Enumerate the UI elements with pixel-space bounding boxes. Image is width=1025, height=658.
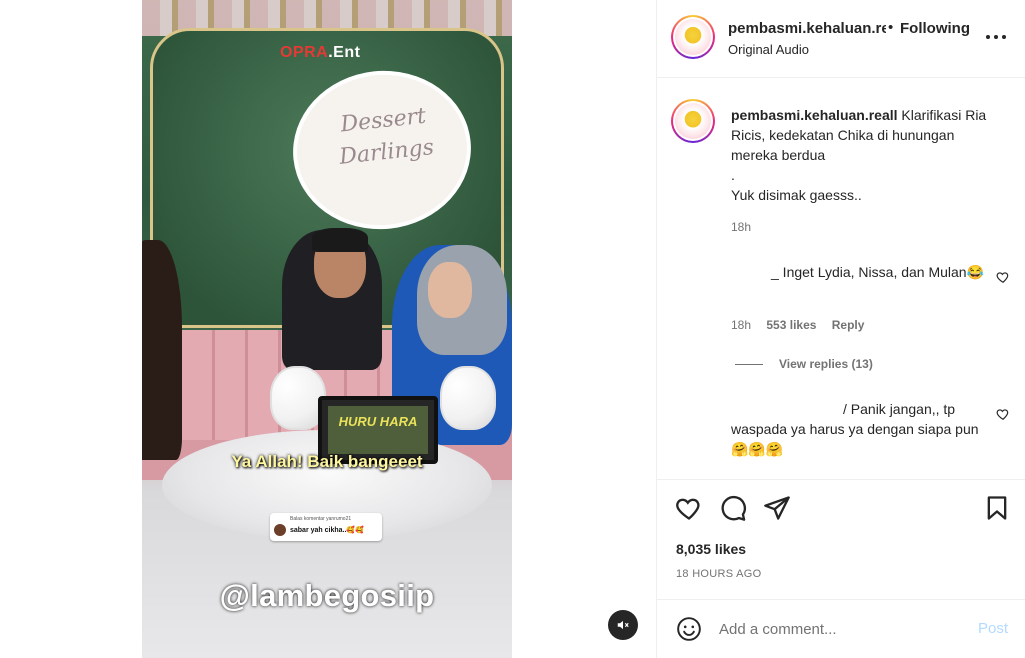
brand-red: OPRA (280, 44, 329, 61)
author-username[interactable]: pembasmi.kehaluan.re (728, 20, 886, 37)
comment-1-text: _ Inget Lydia, Nissa, dan Mulan😂 (731, 262, 991, 282)
media-area: OPRA.Ent Dessert Darlings HURU HARA Ya A… (0, 0, 656, 658)
view-replies-label: View replies (13) (779, 357, 873, 371)
caption-username[interactable]: pembasmi.kehaluan.reall (731, 107, 898, 123)
sticker-label: Balas komentar yanrumo21 (290, 516, 352, 522)
comment-1-body: _ Inget Lydia, Nissa, dan Mulan (771, 264, 967, 280)
likes-count[interactable]: 8,035 likes (676, 541, 746, 557)
sticker-text: sabar yah cikha..🥰🥰 (290, 527, 364, 534)
add-comment-bar: Post (657, 599, 1025, 658)
brand-white: .Ent (328, 44, 361, 61)
caption-line-3: Yuk disimak gaesss.. (731, 187, 862, 203)
man-hair (312, 228, 368, 252)
video-subtitle: Ya Allah! Baik bangeeet (231, 452, 423, 471)
comment-2-body: / Panik jangan,, tp waspada ya harus ya … (731, 401, 979, 437)
audio-link[interactable]: Original Audio (728, 42, 809, 57)
teapot-right (440, 366, 496, 430)
post-button[interactable]: Post (978, 620, 1008, 637)
post-panel: pembasmi.kehaluan.re • Following Origina… (656, 0, 1025, 658)
caption-time[interactable]: 18h (731, 220, 751, 234)
comment-like-heart-icon[interactable] (996, 270, 1010, 284)
comment-1-emoji: 😂 (966, 264, 985, 280)
caption-text: pembasmi.kehaluan.reall Klarifikasi Ria … (731, 105, 1001, 205)
comment-2-text: / Panik jangan,, tp waspada ya harus ya … (731, 399, 991, 459)
post-header: pembasmi.kehaluan.re • Following Origina… (657, 0, 1025, 78)
comment-like-heart-icon[interactable] (996, 407, 1010, 421)
heart-icon[interactable] (675, 494, 703, 522)
comment-1-likes[interactable]: 553 likes (766, 318, 816, 332)
reply-sticker: Balas komentar yanrumo21 sabar yah cikha… (270, 513, 382, 541)
comment-input[interactable] (719, 618, 969, 640)
person-left (142, 240, 182, 460)
comment-1-reply-button[interactable]: Reply (832, 318, 865, 332)
replies-line (735, 364, 763, 366)
comment-icon[interactable] (719, 494, 747, 522)
smiley-icon[interactable] (676, 616, 702, 642)
post-actions: 8,035 likes 18 HOURS AGO (657, 479, 1025, 599)
mute-button[interactable] (608, 610, 638, 640)
caption-avatar[interactable] (671, 99, 715, 143)
bookmark-icon[interactable] (983, 494, 1011, 522)
brand-logo: OPRA.Ent (280, 44, 360, 62)
comment-1-time[interactable]: 18h (731, 318, 751, 332)
comments-section[interactable]: pembasmi.kehaluan.reall Klarifikasi Ria … (657, 79, 1025, 479)
caption-line-dot: . (731, 167, 735, 183)
more-horizontal-icon (986, 35, 990, 39)
video-watermark: @lambegosiip (219, 578, 435, 613)
sticker-avatar (274, 524, 286, 536)
tablet-text: HURU HARA (338, 414, 418, 429)
send-icon[interactable] (763, 494, 791, 522)
comment-2-emoji: 🤗🤗🤗 (731, 441, 784, 457)
following-button[interactable]: Following (900, 20, 970, 37)
post-timestamp: 18 HOURS AGO (676, 568, 762, 580)
view-replies-button[interactable]: View replies (13) (735, 357, 873, 371)
separator-dot: • (888, 19, 894, 36)
more-options-button[interactable] (985, 26, 1007, 46)
reel-video[interactable]: OPRA.Ent Dessert Darlings HURU HARA Ya A… (142, 0, 512, 658)
woman-face (428, 262, 472, 318)
author-avatar[interactable] (671, 15, 715, 59)
comment-1-meta: 18h 553 likes Reply (731, 318, 876, 332)
speaker-muted-icon (617, 620, 629, 630)
